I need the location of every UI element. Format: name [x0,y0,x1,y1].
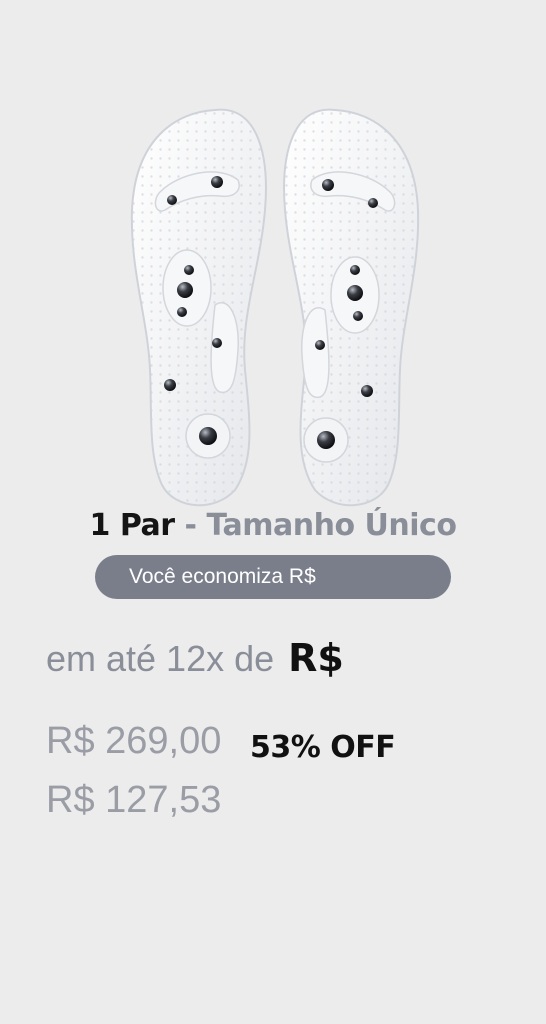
product-image [120,100,430,510]
old-price: R$ 269,00 [46,720,222,762]
savings-badge: Você economiza R$ [95,555,451,599]
installments-amount: R$ [288,636,344,680]
discount-badge: 53% OFF [250,730,396,765]
installments-line: em até 12x de R$ [46,630,344,687]
installments-text: em até 12x de [46,638,275,679]
new-price: R$ 127,53 [46,779,222,821]
right-insole [283,108,420,507]
product-title: 1 Par - Tamanho Único [0,508,546,543]
title-separator: - [184,508,197,543]
quantity-label: 1 Par [89,508,176,543]
size-label: Tamanho Único [206,508,457,543]
left-insole [130,108,267,507]
insoles-illustration [130,108,420,507]
savings-label: Você economiza R$ [129,565,316,588]
